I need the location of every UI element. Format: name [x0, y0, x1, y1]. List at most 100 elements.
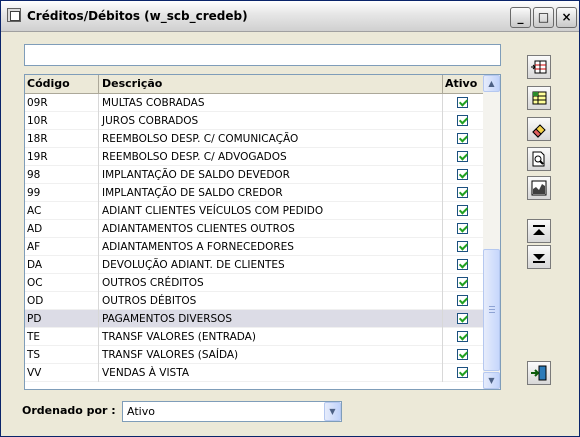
move-down-button[interactable]	[527, 245, 551, 269]
cell-description: OUTROS DÉBITOS	[99, 292, 443, 310]
cell-active	[443, 202, 483, 220]
eraser-icon	[532, 124, 546, 138]
active-checkbox[interactable]	[457, 205, 468, 216]
cell-active	[443, 310, 483, 328]
cell-code: PD	[25, 310, 99, 328]
active-checkbox[interactable]	[457, 349, 468, 360]
cell-code: 09R	[25, 94, 99, 112]
table-grid-icon	[532, 91, 547, 105]
thumb-grip	[489, 312, 495, 313]
table-row[interactable]: 18R REEMBOLSO DESP. C/ COMUNICAÇÃO	[25, 130, 483, 148]
cell-code: TS	[25, 346, 99, 364]
table-row[interactable]: TS TRANSF VALORES (SAÍDA)	[25, 346, 483, 364]
thumb-grip	[489, 306, 495, 307]
cell-description: IMPLANTAÇÃO DE SALDO DEVEDOR	[99, 166, 443, 184]
table-row[interactable]: AF ADIANTAMENTOS A FORNECEDORES	[25, 238, 483, 256]
move-up-button[interactable]	[527, 219, 551, 243]
chart-button[interactable]	[527, 176, 551, 200]
print-preview-button[interactable]	[527, 147, 551, 171]
table-row[interactable]: 19R REEMBOLSO DESP. C/ ADVOGADOS	[25, 148, 483, 166]
table-row[interactable]: AC ADIANT CLIENTES VEÍCULOS COM PEDIDO	[25, 202, 483, 220]
cell-code: VV	[25, 364, 99, 382]
exit-button[interactable]	[527, 361, 551, 385]
cell-active	[443, 130, 483, 148]
data-grid: Código Descrição Ativo 09R MULTAS COBRADA…	[24, 74, 501, 390]
scroll-up-button[interactable]: ▲	[483, 75, 500, 92]
cell-description: ADIANTAMENTOS CLIENTES OUTROS	[99, 220, 443, 238]
cell-description: IMPLANTAÇÃO DE SALDO CREDOR	[99, 184, 443, 202]
table-row[interactable]: 09R MULTAS COBRADAS	[25, 94, 483, 112]
cell-active	[443, 184, 483, 202]
filter-input[interactable]	[24, 44, 501, 66]
table-grid-button[interactable]	[527, 86, 551, 110]
active-checkbox[interactable]	[457, 97, 468, 108]
ordered-by-label: Ordenado por :	[22, 404, 116, 417]
minimize-button[interactable]: _	[510, 7, 531, 28]
active-checkbox[interactable]	[457, 133, 468, 144]
column-header-code[interactable]: Código	[25, 75, 99, 93]
column-header-active[interactable]: Ativo	[443, 75, 483, 93]
cell-description: MULTAS COBRADAS	[99, 94, 443, 112]
cell-active	[443, 364, 483, 382]
cell-active	[443, 256, 483, 274]
cell-code: AF	[25, 238, 99, 256]
active-checkbox[interactable]	[457, 115, 468, 126]
active-checkbox[interactable]	[457, 187, 468, 198]
cell-code: AD	[25, 220, 99, 238]
cell-description: ADIANTAMENTOS A FORNECEDORES	[99, 238, 443, 256]
move-down-icon	[533, 254, 545, 263]
cell-code: TE	[25, 328, 99, 346]
active-checkbox[interactable]	[457, 313, 468, 324]
cell-active	[443, 238, 483, 256]
maximize-button[interactable]: □	[533, 7, 554, 28]
table-row[interactable]: DA DEVOLUÇÃO ADIANT. DE CLIENTES	[25, 256, 483, 274]
cell-description: REEMBOLSO DESP. C/ ADVOGADOS	[99, 148, 443, 166]
dropdown-arrow-icon[interactable]: ▼	[324, 402, 341, 421]
active-checkbox[interactable]	[457, 277, 468, 288]
cell-active	[443, 274, 483, 292]
cell-active	[443, 292, 483, 310]
order-by-value: Ativo	[127, 405, 155, 418]
cell-description: JUROS COBRADOS	[99, 112, 443, 130]
main-window: Créditos/Débitos (w_scb_credeb) _ □ × Có…	[0, 0, 580, 437]
cell-code: AC	[25, 202, 99, 220]
cell-code: 18R	[25, 130, 99, 148]
insert-row-button[interactable]	[527, 55, 551, 79]
table-row[interactable]: PD PAGAMENTOS DIVERSOS	[25, 310, 483, 328]
column-header-description[interactable]: Descrição	[99, 75, 443, 93]
table-row[interactable]: VV VENDAS À VISTA	[25, 364, 483, 382]
cell-active	[443, 112, 483, 130]
cell-code: DA	[25, 256, 99, 274]
close-button[interactable]: ×	[556, 7, 577, 28]
active-checkbox[interactable]	[457, 259, 468, 270]
insert-row-icon	[531, 60, 547, 74]
title-bar[interactable]: Créditos/Débitos (w_scb_credeb) _ □ ×	[1, 1, 579, 32]
active-checkbox[interactable]	[457, 331, 468, 342]
vertical-scrollbar[interactable]: ▲ ▼	[483, 75, 500, 389]
active-checkbox[interactable]	[457, 241, 468, 252]
cell-active	[443, 94, 483, 112]
scroll-down-button[interactable]: ▼	[483, 372, 500, 389]
table-row[interactable]: 99 IMPLANTAÇÃO DE SALDO CREDOR	[25, 184, 483, 202]
table-row[interactable]: TE TRANSF VALORES (ENTRADA)	[25, 328, 483, 346]
order-by-select[interactable]: Ativo ▼	[122, 401, 342, 422]
eraser-button[interactable]	[527, 117, 551, 141]
cell-code: 98	[25, 166, 99, 184]
table-row[interactable]: OD OUTROS DÉBITOS	[25, 292, 483, 310]
active-checkbox[interactable]	[457, 295, 468, 306]
table-row[interactable]: 10R JUROS COBRADOS	[25, 112, 483, 130]
scroll-thumb[interactable]	[483, 249, 500, 371]
cell-description: REEMBOLSO DESP. C/ COMUNICAÇÃO	[99, 130, 443, 148]
active-checkbox[interactable]	[457, 223, 468, 234]
active-checkbox[interactable]	[457, 367, 468, 378]
cell-code: 99	[25, 184, 99, 202]
table-row[interactable]: 98 IMPLANTAÇÃO DE SALDO DEVEDOR	[25, 166, 483, 184]
table-row[interactable]: AD ADIANTAMENTOS CLIENTES OUTROS	[25, 220, 483, 238]
table-row[interactable]: OC OUTROS CRÉDITOS	[25, 274, 483, 292]
active-checkbox[interactable]	[457, 169, 468, 180]
move-up-icon	[533, 225, 545, 235]
cell-code: 19R	[25, 148, 99, 166]
cell-active	[443, 220, 483, 238]
cell-code: OD	[25, 292, 99, 310]
active-checkbox[interactable]	[457, 151, 468, 162]
